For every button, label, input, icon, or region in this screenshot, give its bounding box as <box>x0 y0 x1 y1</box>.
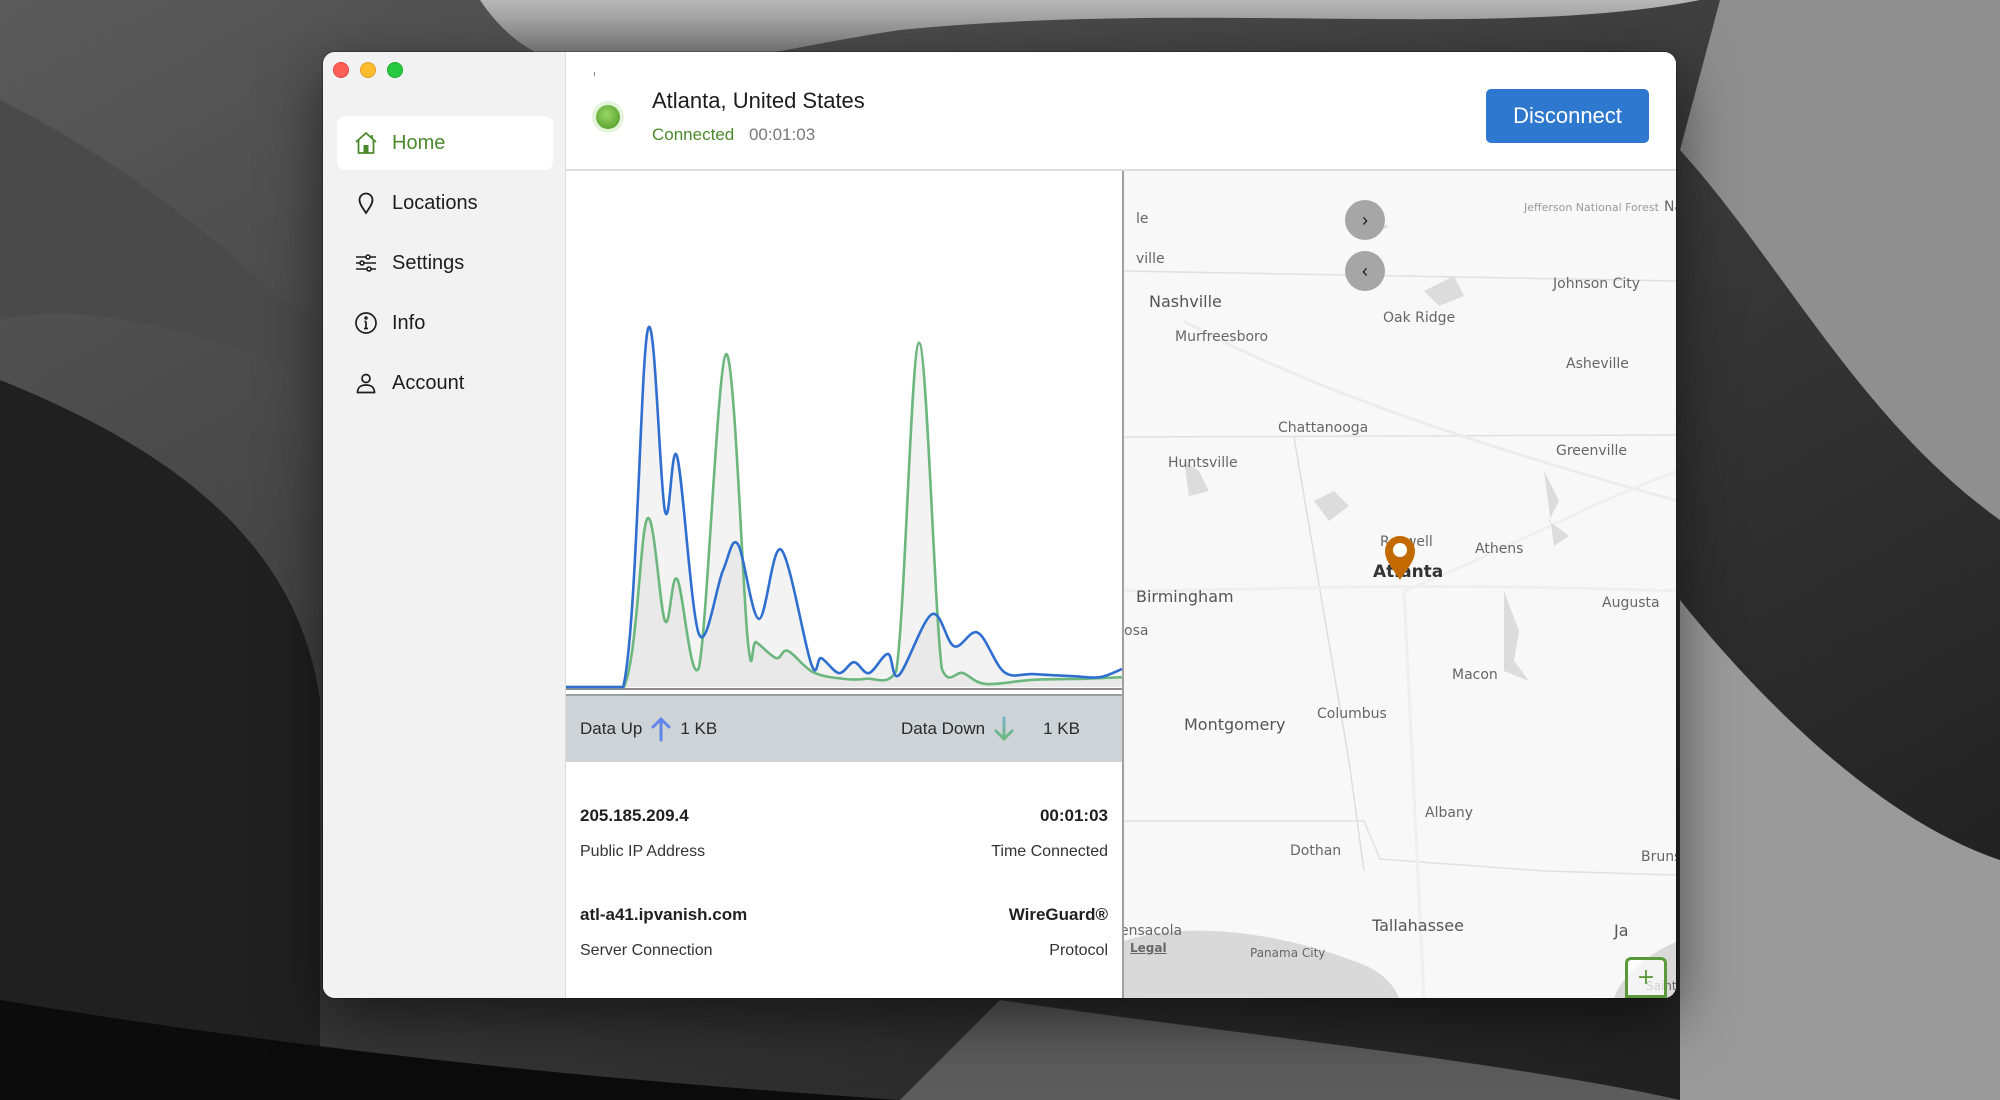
data-up-label: Data Up <box>580 719 643 738</box>
arrow-up-icon <box>651 717 671 742</box>
map-label: Chattanooga <box>1278 420 1369 436</box>
map-label: Birmingham <box>1136 587 1234 606</box>
traffic-chart-svg <box>566 325 1122 690</box>
map-label: Murfreesboro <box>1175 329 1269 345</box>
close-window-button[interactable] <box>333 62 349 78</box>
connection-details: 205.185.209.4 Public IP Address 00:01:03… <box>580 762 1108 998</box>
map-label: Dothan <box>1290 843 1342 859</box>
user-icon <box>353 370 379 396</box>
data-up-group: Data Up 1 KB <box>580 696 717 762</box>
connection-status-indicator <box>596 105 620 129</box>
map-label: Columbus <box>1317 706 1387 722</box>
map-label: Tallahassee <box>1372 916 1464 935</box>
map-label: Panama City <box>1250 946 1326 960</box>
collapse-map-button[interactable]: ‹ <box>1345 251 1385 291</box>
time-connected-cell: 00:01:03 Time Connected <box>991 806 1108 861</box>
map-label: Augusta <box>1602 595 1660 611</box>
public-ip-label: Public IP Address <box>580 843 706 860</box>
sidebar-nav: Home Locations Settings Info Account <box>337 116 553 416</box>
sliders-icon <box>353 250 379 276</box>
connection-status-text: Connected <box>652 125 735 144</box>
map-label: Greenville <box>1556 443 1627 459</box>
map-label: Na <box>1664 199 1676 215</box>
protocol-cell: WireGuard® Protocol <box>1009 905 1108 960</box>
map-label: Albany <box>1425 805 1474 821</box>
server-connection-label: Server Connection <box>580 942 713 959</box>
map-label: le <box>1136 211 1149 227</box>
sidebar-item-label: Info <box>392 311 426 334</box>
chevron-right-icon: › <box>1362 209 1368 230</box>
protocol-value: WireGuard® <box>1008 905 1108 924</box>
data-down-value: 1 KB <box>1043 719 1080 738</box>
traffic-chart <box>566 171 1122 691</box>
sidebar-item-label: Home <box>392 131 446 154</box>
time-connected-value: 00:01:03 <box>1039 806 1108 825</box>
server-connection-cell: atl-a41.ipvanish.com Server Connection <box>580 905 747 960</box>
data-down-group: Data Down 1 KB <box>901 696 1080 762</box>
map-label: Athens <box>1475 541 1524 557</box>
sidebar-item-locations[interactable]: Locations <box>337 176 553 230</box>
sidebar-item-label: Account <box>392 371 465 394</box>
chevron-left-icon: ‹ <box>1362 260 1368 281</box>
data-usage-bar: Data Up 1 KB Data Down 1 KB <box>566 694 1122 762</box>
map-label: Montgomery <box>1184 715 1286 734</box>
sidebar-item-label: Locations <box>392 191 478 214</box>
map-label: Huntsville <box>1168 455 1238 471</box>
map-label: ville <box>1136 251 1165 267</box>
server-connection-value: atl-a41.ipvanish.com <box>580 905 748 924</box>
map-label: Bruns <box>1641 849 1676 865</box>
window-controls <box>333 62 403 78</box>
public-ip-value: 205.185.209.4 <box>580 806 689 825</box>
traffic-panel: Data Up 1 KB Data Down 1 KB 205.185.209.… <box>566 171 1122 998</box>
map-label: Oak Ridge <box>1383 310 1456 326</box>
arrow-down-icon <box>994 716 1014 741</box>
main-content: Atlanta, United States Connected 00:01:0… <box>566 52 1676 998</box>
sidebar-item-label: Settings <box>392 251 465 274</box>
map-label: Macon <box>1452 667 1498 683</box>
sidebar-item-info[interactable]: Info <box>337 296 553 350</box>
sidebar-item-account[interactable]: Account <box>337 356 553 410</box>
map-view[interactable]: le ville Nashville Murfreesboro Jefferso… <box>1122 171 1676 998</box>
disconnect-button[interactable]: Disconnect <box>1486 89 1649 143</box>
map-label: Asheville <box>1566 356 1629 372</box>
map-label: Johnson City <box>1553 276 1641 292</box>
map-label: ensacola <box>1122 923 1183 939</box>
data-up-value: 1 KB <box>680 719 718 738</box>
map-label: Nashville <box>1149 292 1222 311</box>
map-label: Jefferson National Forest <box>1524 201 1659 214</box>
sidebar-item-home[interactable]: Home <box>337 116 553 170</box>
time-connected-label: Time Connected <box>991 843 1108 860</box>
location-pin-marker[interactable] <box>1383 535 1417 581</box>
map-zoom-controls: + − <box>1625 957 1667 998</box>
protocol-label: Protocol <box>1049 942 1108 959</box>
zoom-in-button[interactable]: + <box>1628 960 1664 998</box>
map-legal-link[interactable]: Legal <box>1130 941 1167 955</box>
sidebar: Home Locations Settings Info Account <box>323 52 566 998</box>
info-icon <box>353 310 379 336</box>
data-down-label: Data Down <box>901 719 986 738</box>
map-label: osa <box>1124 623 1149 639</box>
expand-map-button[interactable]: › <box>1345 200 1385 240</box>
map-label: Ja <box>1614 921 1629 940</box>
maximize-window-button[interactable] <box>387 62 403 78</box>
location-pin-icon <box>353 190 379 216</box>
sidebar-item-settings[interactable]: Settings <box>337 236 553 290</box>
minimize-window-button[interactable] <box>360 62 376 78</box>
app-window: Home Locations Settings Info Account Atl… <box>323 52 1676 998</box>
connection-elapsed: 00:01:03 <box>748 125 816 144</box>
title-tick <box>594 72 595 76</box>
home-icon <box>353 130 379 156</box>
public-ip-cell: 205.185.209.4 Public IP Address <box>580 806 705 861</box>
connection-status-line: Connected 00:01:03 <box>652 125 815 145</box>
connected-location: Atlanta, United States <box>652 88 865 113</box>
connection-header: Atlanta, United States Connected 00:01:0… <box>566 52 1676 171</box>
